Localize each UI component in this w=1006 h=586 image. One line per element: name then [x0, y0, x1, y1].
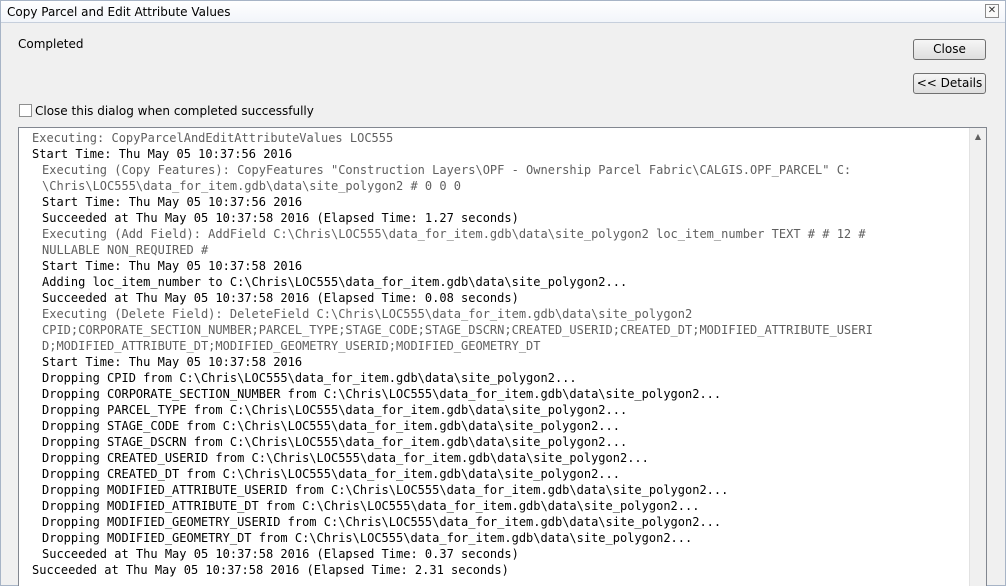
- status-text: Completed: [18, 37, 84, 51]
- log-line: Start Time: Thu May 05 10:37:58 2016: [42, 355, 303, 369]
- log-line: Succeeded at Thu May 05 10:37:58 2016 (E…: [42, 211, 519, 225]
- close-button[interactable]: Close: [913, 39, 986, 60]
- log-line: Dropping MODIFIED_ATTRIBUTE_USERID from …: [42, 483, 729, 497]
- log-line: Dropping MODIFIED_ATTRIBUTE_DT from C:\C…: [42, 499, 700, 513]
- title-bar: Copy Parcel and Edit Attribute Values ✕: [1, 1, 1005, 23]
- details-toggle-button[interactable]: << Details: [913, 73, 986, 94]
- window-title: Copy Parcel and Edit Attribute Values: [7, 5, 231, 19]
- log-line: CPID;CORPORATE_SECTION_NUMBER;PARCEL_TYP…: [42, 323, 873, 337]
- log-line: \Chris\LOC555\data_for_item.gdb\data\sit…: [42, 179, 462, 193]
- log-line: Executing (Delete Field): DeleteField C:…: [42, 307, 693, 321]
- window-close-icon[interactable]: ✕: [985, 4, 999, 18]
- log-line: Dropping CORPORATE_SECTION_NUMBER from C…: [42, 387, 722, 401]
- vertical-scrollbar[interactable]: ▲: [969, 128, 986, 586]
- log-line: Adding loc_item_number to C:\Chris\LOC55…: [42, 275, 628, 289]
- log-line: Dropping STAGE_CODE from C:\Chris\LOC555…: [42, 419, 620, 433]
- log-lines: Executing: CopyParcelAndEditAttributeVal…: [32, 130, 962, 578]
- log-line: Succeeded at Thu May 05 10:37:58 2016 (E…: [42, 547, 519, 561]
- log-line: Dropping STAGE_DSCRN from C:\Chris\LOC55…: [42, 435, 628, 449]
- log-line: Executing (Add Field): AddField C:\Chris…: [42, 227, 866, 241]
- message-log[interactable]: Executing: CopyParcelAndEditAttributeVal…: [18, 127, 987, 586]
- log-line: Dropping PARCEL_TYPE from C:\Chris\LOC55…: [42, 403, 628, 417]
- dialog-window: Copy Parcel and Edit Attribute Values ✕ …: [0, 0, 1006, 586]
- log-line: Start Time: Thu May 05 10:37:56 2016: [32, 147, 293, 161]
- log-line: Dropping MODIFIED_GEOMETRY_DT from C:\Ch…: [42, 531, 693, 545]
- log-line: Start Time: Thu May 05 10:37:56 2016: [42, 195, 303, 209]
- log-line: Succeeded at Thu May 05 10:37:58 2016 (E…: [32, 563, 509, 577]
- scroll-up-arrow-icon[interactable]: ▲: [970, 128, 986, 145]
- log-line: NULLABLE NON_REQUIRED #: [42, 243, 209, 257]
- log-line: Executing: CopyParcelAndEditAttributeVal…: [32, 131, 394, 145]
- close-on-complete-label[interactable]: Close this dialog when completed success…: [35, 104, 314, 118]
- log-line: Dropping CREATED_USERID from C:\Chris\LO…: [42, 451, 649, 465]
- log-line: Dropping CREATED_DT from C:\Chris\LOC555…: [42, 467, 620, 481]
- log-line: Start Time: Thu May 05 10:37:58 2016: [42, 259, 303, 273]
- log-line: D;MODIFIED_ATTRIBUTE_DT;MODIFIED_GEOMETR…: [42, 339, 541, 353]
- log-line: Dropping CPID from C:\Chris\LOC555\data_…: [42, 371, 577, 385]
- log-line: Executing (Copy Features): CopyFeatures …: [42, 163, 852, 177]
- log-line: Dropping MODIFIED_GEOMETRY_USERID from C…: [42, 515, 722, 529]
- close-on-complete-checkbox[interactable]: [19, 104, 32, 117]
- log-line: Succeeded at Thu May 05 10:37:58 2016 (E…: [42, 291, 519, 305]
